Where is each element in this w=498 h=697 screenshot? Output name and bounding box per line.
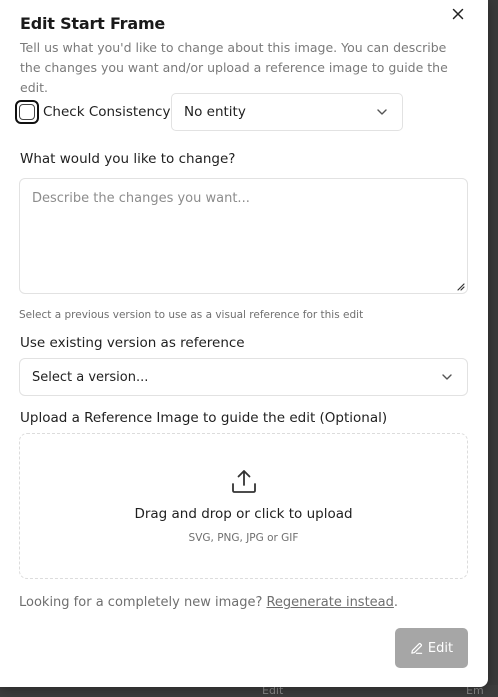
dialog-title: Edit Start Frame xyxy=(20,14,166,33)
edit-start-frame-dialog: Edit Start Frame Tell us what you'd like… xyxy=(0,0,488,687)
regenerate-prompt-text: Looking for a completely new image? xyxy=(19,595,267,610)
upload-dropzone[interactable]: Drag and drop or click to upload SVG, PN… xyxy=(19,433,468,579)
chevron-down-icon xyxy=(442,374,452,380)
check-consistency-toggle[interactable]: Check Consistency xyxy=(15,99,170,125)
entity-select[interactable]: No entity xyxy=(171,93,403,131)
dialog-description: Tell us what you'd like to change about … xyxy=(20,40,448,95)
regenerate-instead-link[interactable]: Regenerate instead xyxy=(266,595,393,610)
edit-button-label: Edit xyxy=(427,640,454,656)
upload-formats-text: SVG, PNG, JPG or GIF xyxy=(188,532,299,544)
check-consistency-checkbox[interactable] xyxy=(15,100,39,124)
close-button[interactable] xyxy=(448,4,468,24)
resize-grip-icon[interactable] xyxy=(455,281,465,291)
reference-label: Use existing version as reference xyxy=(20,335,245,351)
version-select[interactable]: Select a version... xyxy=(19,358,468,396)
change-label: What would you like to change? xyxy=(20,151,236,167)
edit-button[interactable]: Edit xyxy=(395,628,468,668)
reference-hint: Select a previous version to use as a vi… xyxy=(19,309,364,321)
upload-label: Upload a Reference Image to guide the ed… xyxy=(20,410,388,426)
entity-select-value: No entity xyxy=(184,104,246,120)
change-description-input[interactable] xyxy=(19,178,468,294)
regenerate-prompt-period: . xyxy=(393,595,399,610)
regenerate-prompt: Looking for a completely new image? Rege… xyxy=(19,595,398,610)
version-select-value: Select a version... xyxy=(32,369,149,385)
pencil-icon xyxy=(411,642,423,654)
check-consistency-label: Check Consistency xyxy=(43,104,171,120)
upload-icon xyxy=(231,470,256,493)
close-icon xyxy=(452,8,464,20)
chevron-down-icon xyxy=(377,109,387,115)
upload-main-text: Drag and drop or click to upload xyxy=(134,506,353,522)
